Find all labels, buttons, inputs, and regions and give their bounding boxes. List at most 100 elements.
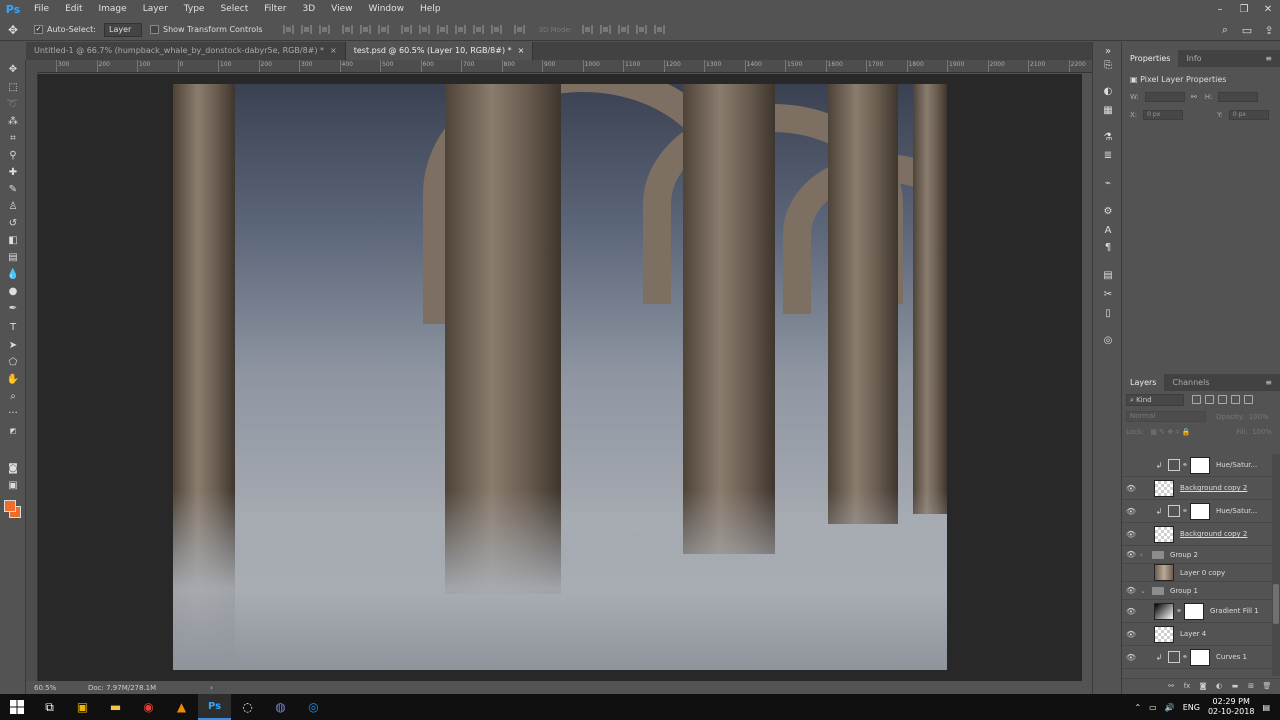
blur-icon[interactable]: 💧 [6,269,20,281]
chevron-up-icon[interactable]: ⌃ [1134,703,1141,712]
eye-icon[interactable]: 👁 [1122,586,1140,595]
vertical-ruler[interactable] [26,73,38,681]
eye-icon[interactable]: 👁 [1122,630,1140,639]
distribute-center-icon[interactable] [472,25,484,34]
filter-smart-object-icon[interactable] [1244,395,1253,404]
filter-adjustment-icon[interactable] [1205,395,1214,404]
move-tool-icon[interactable]: ✥ [0,23,26,37]
show-transform-checkbox[interactable]: Show Transform Controls [149,25,263,34]
marquee-icon[interactable]: ⬚ [6,82,20,94]
panel-menu-icon[interactable]: ≡ [1257,374,1280,391]
close-icon[interactable]: × [518,46,525,55]
3d-scale-icon[interactable] [654,25,666,34]
mask-link-icon[interactable]: ⚭ [1174,607,1184,615]
workspace-icon[interactable]: ▭ [1236,24,1258,37]
path-select-icon[interactable]: ➤ [6,340,20,352]
layer-row[interactable]: Layer 0 copy [1122,564,1272,582]
align-left-icon[interactable] [341,25,353,34]
task-view-icon[interactable]: ⧉ [33,694,66,720]
layer-row[interactable]: 👁 ↲ ⚭ Curves 1 [1122,646,1272,669]
filter-shape-icon[interactable] [1231,395,1240,404]
document-canvas[interactable] [173,84,947,670]
link-layers-icon[interactable]: ⚯ [1166,682,1176,691]
zoom-icon[interactable]: ⌕ [6,391,20,403]
distribute-top-icon[interactable] [400,25,412,34]
new-adjustment-icon[interactable]: ◐ [1214,682,1224,691]
history-brush-icon[interactable]: ↺ [6,218,20,230]
swatches-icon[interactable]: ▦ [1101,105,1115,117]
paragraph-icon[interactable]: ¶ [1101,242,1115,254]
menu-view[interactable]: View [323,0,360,19]
scrollbar-thumb[interactable] [1273,584,1279,624]
clock[interactable]: 02:29 PM 02-10-2018 [1208,697,1255,717]
eraser-icon[interactable]: ◧ [6,235,20,247]
quick-select-icon[interactable]: ⁂ [6,116,20,128]
zoom-level[interactable]: 60.5% [26,684,74,692]
language-indicator[interactable]: ENG [1183,703,1200,712]
layer-row[interactable]: 👁 Background copy 2 [1122,477,1272,500]
network-icon[interactable]: ▭ [1149,703,1157,712]
3d-orbit-icon[interactable] [582,25,594,34]
chevron-right-icon[interactable]: › [1140,551,1150,559]
discord-icon[interactable]: ◍ [264,694,297,720]
mask-thumbnail[interactable] [1190,648,1210,666]
layer-row[interactable]: 👁 ↲ ⚭ Hue/Satur... [1122,500,1272,523]
panel-menu-icon[interactable]: ≡ [1257,50,1280,67]
file-explorer-icon[interactable]: ▬ [99,694,132,720]
menu-type[interactable]: Type [176,0,213,19]
collapse-icon[interactable]: » [1101,46,1115,58]
eye-icon[interactable]: 👁 [1122,653,1140,662]
layer-row[interactable]: 👁 ⚭ Gradient Fill 1 [1122,600,1272,623]
brush-icon[interactable]: ✎ [6,184,20,196]
3d-icon[interactable]: ◎ [1101,335,1115,347]
auto-select-dropdown[interactable]: Layer [103,22,142,37]
menu-help[interactable]: Help [412,0,449,19]
app-icon[interactable]: ◎ [297,694,330,720]
fill-value[interactable]: 100% [1252,428,1272,436]
eyedropper-icon[interactable]: ⚲ [6,150,20,162]
align-bottom-icon[interactable] [318,25,330,34]
new-group-icon[interactable]: ▬ [1230,682,1240,691]
restore-button[interactable]: ❐ [1232,0,1256,19]
photoshop-taskbar-icon[interactable]: Ps [198,694,231,720]
notes-icon[interactable]: ▯ [1101,308,1115,320]
filter-type-icon[interactable] [1218,395,1227,404]
vertical-scrollbar[interactable] [1082,74,1092,681]
crop-icon[interactable]: ⌗ [6,133,20,145]
styles-icon[interactable]: ≣ [1101,150,1115,162]
lock-icons[interactable]: ▦ ✎ ✥ ⌗ 🔒 [1150,428,1190,437]
add-mask-icon[interactable]: ◙ [1198,682,1208,691]
mask-thumbnail[interactable] [1190,456,1210,474]
new-layer-icon[interactable]: ⊞ [1246,682,1256,691]
distribute-left-icon[interactable] [454,25,466,34]
start-button[interactable] [0,694,33,720]
adjustments-icon[interactable]: ⚗ [1101,132,1115,144]
lasso-icon[interactable]: ➰ [6,99,20,111]
height-field[interactable] [1218,92,1259,102]
layer-group-row[interactable]: 👁 › Group 2 [1122,546,1272,564]
distribute-middle-icon[interactable] [418,25,430,34]
layer-row[interactable]: ↲ ⚭ Hue/Satur... [1122,454,1272,477]
more-tools-icon[interactable]: ··· [6,408,20,420]
mask-thumbnail[interactable] [1184,602,1204,620]
menu-3d[interactable]: 3D [295,0,324,19]
status-menu-icon[interactable]: › [210,684,213,692]
layer-row[interactable]: 👁 Background copy 2 [1122,523,1272,546]
close-icon[interactable]: × [330,46,337,55]
align-middle-icon[interactable] [300,25,312,34]
menu-file[interactable]: File [26,0,57,19]
type-icon[interactable]: T [6,322,20,334]
tab-test-psd[interactable]: test.psd @ 60.5% (Layer 10, RGB/8#) * × [345,42,534,60]
dodge-icon[interactable]: ● [6,286,20,298]
tab-properties[interactable]: Properties [1122,50,1179,67]
eye-icon[interactable]: 👁 [1122,530,1140,539]
chevron-down-icon[interactable]: ⌄ [1140,587,1150,595]
eye-icon[interactable]: 👁 [1122,484,1140,493]
3d-slide-icon[interactable] [636,25,648,34]
layer-row[interactable]: 👁 Layer 4 [1122,623,1272,646]
search-icon[interactable]: ⌕ [1214,23,1236,37]
screen-mode-icon[interactable]: ▣ [6,480,20,492]
x-field[interactable]: 0 px [1143,110,1184,120]
auto-align-icon[interactable] [513,25,525,34]
menu-image[interactable]: Image [91,0,135,19]
